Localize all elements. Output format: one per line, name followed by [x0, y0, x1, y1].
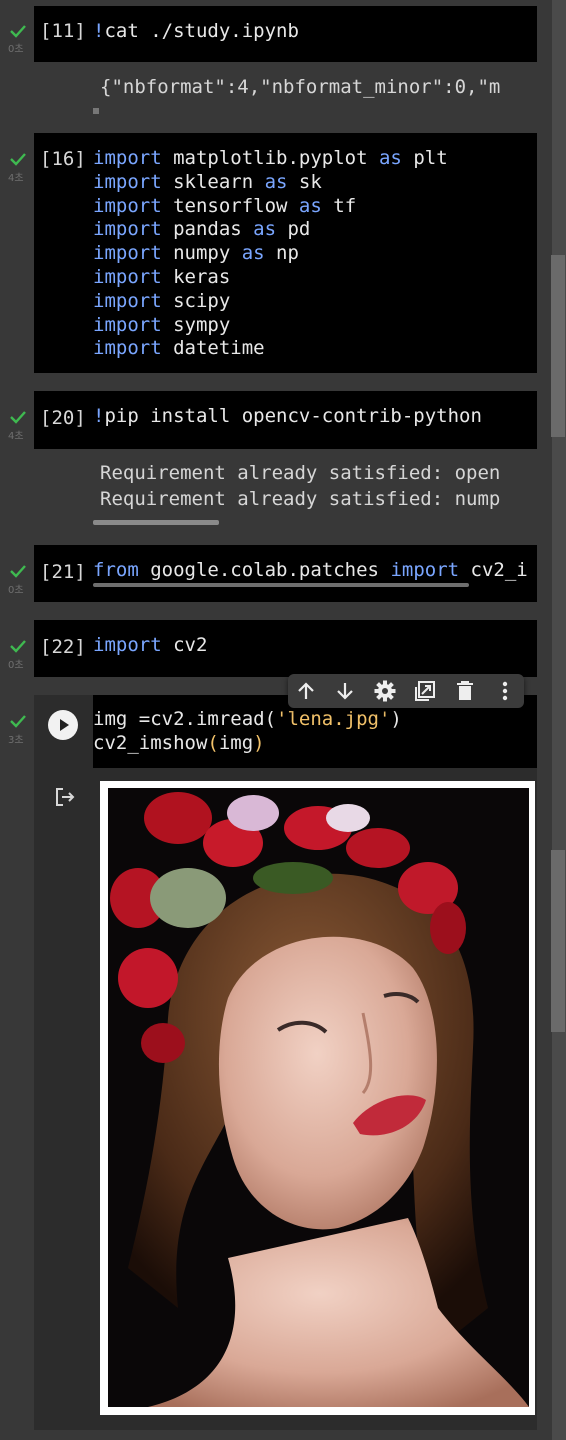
cell-output-line: Requirement already satisfied: nump [100, 488, 501, 510]
code-line[interactable]: import datetime [93, 337, 448, 361]
code-line[interactable]: import tensorflow as tf [93, 195, 448, 219]
output-exit-icon[interactable] [53, 785, 77, 809]
code-editor[interactable]: [20] !pip install opencv-contrib-python [34, 391, 537, 449]
exec-time: 3초 [8, 735, 24, 746]
keyword: import [93, 194, 162, 217]
cell-output: {"nbformat":4,"nbformat_minor":0,"m [100, 76, 501, 98]
portrait-image [108, 788, 529, 1407]
code-editor[interactable]: [11] !cat ./study.ipynb [34, 6, 537, 62]
module-name: keras [161, 265, 231, 288]
exec-time: 4초 [8, 431, 24, 442]
keyword: as [264, 170, 288, 193]
code-line[interactable]: import pandas as pd [93, 218, 448, 242]
check-icon [9, 150, 27, 168]
module-name: sympy [161, 313, 231, 336]
exec-time: 0초 [8, 44, 24, 55]
keyword: import [93, 265, 162, 288]
cell-16: 4초 [16] import matplotlib.pyplot as plt i… [0, 133, 566, 373]
code-line[interactable]: import numpy as np [93, 242, 448, 266]
code-line[interactable]: !pip install opencv-contrib-python [93, 405, 482, 429]
check-icon [9, 22, 27, 40]
code-line[interactable]: import sympy [93, 314, 448, 338]
gear-icon[interactable] [373, 679, 397, 703]
exec-time: 0초 [8, 585, 24, 596]
alias-name: tf [321, 194, 357, 217]
module-name: sklearn [161, 170, 265, 193]
code-line[interactable]: import sklearn as sk [93, 171, 448, 195]
code-line[interactable]: !cat ./study.ipynb [93, 20, 299, 44]
module-name: pandas [161, 218, 254, 241]
keyword: import [93, 337, 162, 360]
move-down-icon[interactable] [333, 679, 357, 703]
execution-count: [22] [40, 636, 86, 658]
module-name: matplotlib.pyplot [161, 147, 379, 169]
keyword: as [298, 194, 322, 217]
execution-count: [21] [40, 561, 86, 583]
execution-count: [20] [40, 407, 86, 429]
exec-time: 4초 [8, 173, 24, 184]
keyword: as [378, 147, 402, 169]
module-name: datetime [161, 337, 265, 360]
module-name: tensorflow [161, 194, 299, 217]
run-cell-button[interactable] [34, 695, 93, 768]
scrollbar-thumb[interactable] [551, 255, 565, 437]
execution-count: [11] [40, 20, 86, 42]
module-name: scipy [161, 289, 231, 312]
cell-21: 0초 [21] from google.colab.patches import… [0, 545, 566, 603]
code-editor[interactable]: [21] from google.colab.patches import cv… [34, 545, 537, 602]
move-up-icon[interactable] [294, 679, 318, 703]
code-editor[interactable]: [16] import matplotlib.pyplot as plt impo… [34, 133, 537, 373]
keyword: import [93, 289, 162, 312]
module-name: numpy [161, 242, 242, 265]
check-icon [9, 712, 27, 730]
keyword: import [93, 242, 162, 265]
cell-toolbar [288, 674, 524, 708]
keyword: as [253, 218, 277, 241]
keyword: import [93, 313, 162, 336]
alias-name: sk [287, 170, 322, 193]
code-line[interactable]: import keras [93, 266, 448, 290]
code-line[interactable]: import scipy [93, 290, 448, 314]
scrollbar-thumb[interactable] [551, 850, 565, 1032]
keyword: import [93, 147, 162, 169]
delete-icon[interactable] [453, 679, 477, 703]
code-editor[interactable]: [22] import cv2 [34, 620, 537, 677]
code-block[interactable]: img =cv2.imread('lena.jpg') cv2_imshow(i… [93, 708, 402, 756]
check-icon [9, 408, 27, 426]
cell-20: 4초 [20] !pip install opencv-contrib-pyth… [0, 391, 566, 531]
code-line[interactable]: import cv2 [93, 634, 207, 658]
check-icon [9, 562, 27, 580]
code-line[interactable]: from google.colab.patches import cv2_i [93, 559, 528, 583]
cell-22: 0초 [22] import cv2 [0, 620, 566, 678]
alias-name: np [264, 242, 299, 265]
mirror-cell-icon[interactable] [413, 679, 437, 703]
cell-output-line: Requirement already satisfied: open [100, 462, 501, 484]
alias-name: pd [276, 218, 311, 241]
alias-name: plt [401, 147, 448, 169]
code-block[interactable]: import matplotlib.pyplot as plt import sk… [93, 147, 448, 361]
execution-count: [16] [40, 148, 86, 170]
code-line[interactable]: import matplotlib.pyplot as plt [93, 147, 448, 171]
play-icon [48, 710, 78, 740]
output-scrollbar[interactable] [93, 520, 219, 525]
check-icon [9, 637, 27, 655]
keyword: import [93, 170, 162, 193]
output-scroll-marker [93, 108, 99, 114]
more-vert-icon[interactable] [493, 679, 517, 703]
exec-time: 0초 [8, 660, 24, 671]
cell-11: 0초 [11] !cat ./study.ipynb {"nbformat":4… [0, 0, 566, 120]
page-scrollbar[interactable] [551, 0, 566, 1440]
output-image [100, 781, 535, 1415]
code-scrollbar[interactable] [93, 583, 469, 587]
keyword: as [241, 242, 265, 265]
keyword: import [93, 218, 162, 241]
